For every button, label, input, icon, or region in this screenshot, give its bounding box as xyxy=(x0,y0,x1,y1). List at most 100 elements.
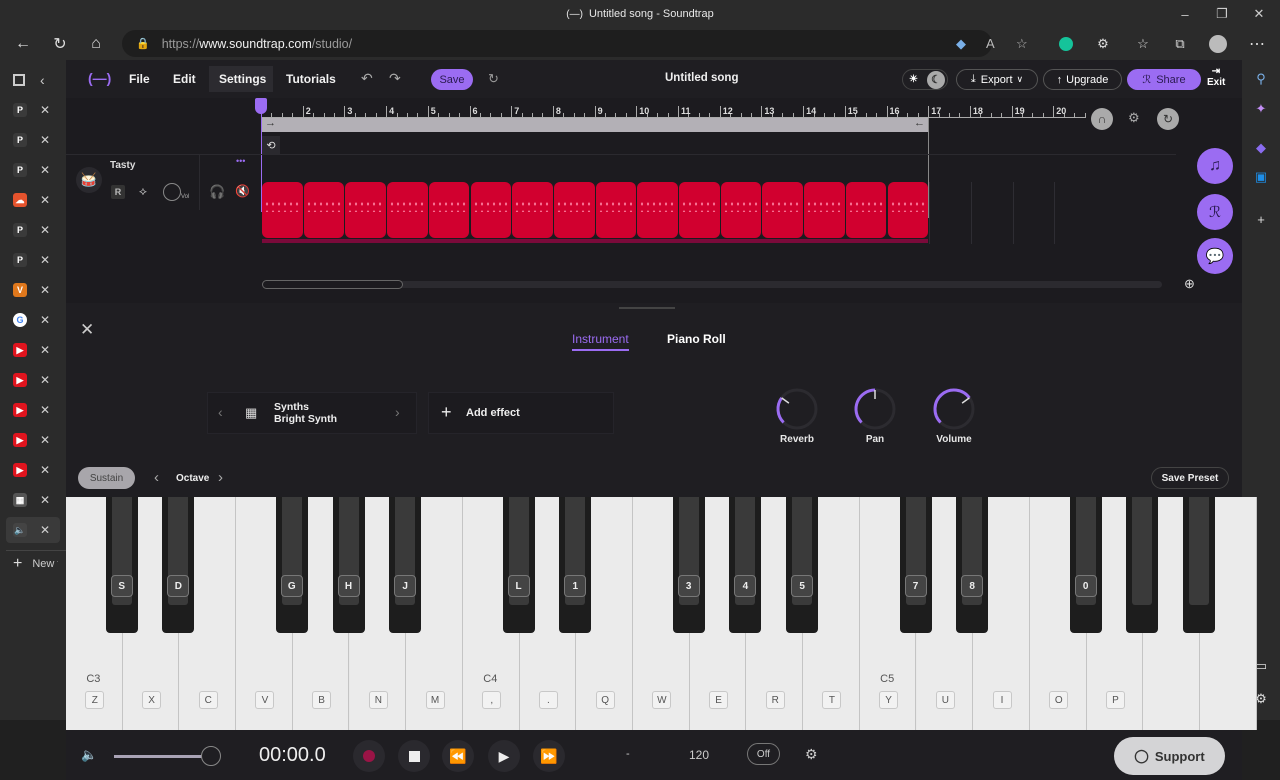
save-button[interactable]: Save xyxy=(431,69,473,90)
tab-piano-roll[interactable]: Piano Roll xyxy=(667,332,726,346)
menu-tutorials[interactable]: Tutorials xyxy=(276,66,346,92)
audio-region[interactable] xyxy=(595,182,637,238)
previous-instrument-icon[interactable]: ‹ xyxy=(218,404,223,420)
browser-tab[interactable]: P ✕ xyxy=(6,157,60,183)
close-tab-icon[interactable]: ✕ xyxy=(40,283,50,297)
browser-tab[interactable]: P ✕ xyxy=(6,97,60,123)
reverb-knob[interactable] xyxy=(775,387,819,431)
menu-edit[interactable]: Edit xyxy=(163,66,206,92)
upgrade-button[interactable]: ↑ Upgrade xyxy=(1043,69,1122,90)
browser-tab[interactable]: P ✕ xyxy=(6,217,60,243)
home-button[interactable]: ⌂ xyxy=(83,32,109,56)
outlook-icon[interactable]: ▣ xyxy=(1252,168,1270,186)
close-tab-icon[interactable]: ✕ xyxy=(40,463,50,477)
audio-region[interactable] xyxy=(428,182,470,238)
favorite-star-icon[interactable]: ☆ xyxy=(1016,36,1028,52)
close-tab-icon[interactable]: ✕ xyxy=(40,193,50,207)
close-editor-icon[interactable]: ✕ xyxy=(80,320,94,340)
black-key[interactable]: H xyxy=(332,497,365,633)
browser-tab[interactable]: P ✕ xyxy=(6,247,60,273)
tab-instrument[interactable]: Instrument xyxy=(572,332,629,351)
black-key[interactable] xyxy=(1126,497,1159,633)
add-effect-button[interactable]: + Add effect xyxy=(428,392,614,434)
close-tab-icon[interactable]: ✕ xyxy=(40,493,50,507)
export-button[interactable]: ⤓ Export ∨ xyxy=(956,69,1038,90)
horizontal-scroll-thumb[interactable] xyxy=(262,280,403,289)
browser-tab[interactable]: ▦ ✕ xyxy=(6,487,60,513)
black-key[interactable]: L xyxy=(502,497,535,633)
key-display[interactable]: - xyxy=(626,748,630,760)
exit-button[interactable]: ⇥ Exit xyxy=(1207,66,1225,88)
black-key[interactable]: J xyxy=(389,497,422,633)
close-tab-icon[interactable]: ✕ xyxy=(40,373,50,387)
black-key[interactable]: 7 xyxy=(899,497,932,633)
collapse-tabs-icon[interactable]: ‹ xyxy=(40,72,45,88)
black-key[interactable]: D xyxy=(162,497,195,633)
tab-panel-icon[interactable] xyxy=(13,74,25,86)
browser-tab[interactable]: ☁ ✕ xyxy=(6,187,60,213)
tempo-display[interactable]: 120 xyxy=(689,748,709,762)
profile-avatar[interactable] xyxy=(1205,32,1231,56)
resize-handle[interactable] xyxy=(619,307,675,309)
refresh-button[interactable]: ↻ xyxy=(47,32,73,56)
master-volume-thumb[interactable] xyxy=(201,746,221,766)
play-button[interactable]: ▶ xyxy=(488,740,520,772)
theme-toggle[interactable]: ☀ ☾ xyxy=(902,69,948,90)
collaborators-fab[interactable]: ℛ xyxy=(1197,194,1233,230)
instrument-selector[interactable]: ‹ ▦ Synths Bright Synth › xyxy=(207,392,417,434)
browser-tab[interactable]: G ✕ xyxy=(6,307,60,333)
black-key[interactable]: 3 xyxy=(672,497,705,633)
copilot-sparkle-icon[interactable]: ✦ xyxy=(1252,100,1270,118)
save-preset-button[interactable]: Save Preset xyxy=(1151,467,1229,489)
octave-down-icon[interactable]: ‹ xyxy=(154,469,159,486)
support-button[interactable]: ◯ Support xyxy=(1114,737,1225,775)
audio-region[interactable] xyxy=(845,182,887,238)
black-key[interactable]: 5 xyxy=(786,497,819,633)
back-button[interactable]: ← xyxy=(10,32,36,56)
black-key[interactable]: 0 xyxy=(1069,497,1102,633)
stop-button[interactable] xyxy=(398,740,430,772)
browser-tab[interactable]: V ✕ xyxy=(6,277,60,303)
extensions-icon[interactable]: ⚙ xyxy=(1090,32,1116,56)
menu-settings[interactable]: Settings xyxy=(209,66,273,92)
close-tab-icon[interactable]: ✕ xyxy=(40,403,50,417)
browser-tab[interactable]: 🔈 ✕ xyxy=(6,517,60,543)
coupon-tag-icon[interactable]: ◆ xyxy=(956,36,966,52)
browser-tab[interactable]: ▶ ✕ xyxy=(6,367,60,393)
close-tab-icon[interactable]: ✕ xyxy=(40,133,50,147)
close-tab-icon[interactable]: ✕ xyxy=(40,343,50,357)
new-tab-button[interactable]: + New tab xyxy=(6,550,66,576)
share-button[interactable]: ℛ Share xyxy=(1127,69,1201,90)
close-tab-icon[interactable]: ✕ xyxy=(40,223,50,237)
audio-region[interactable] xyxy=(804,182,845,238)
close-tab-icon[interactable]: ✕ xyxy=(40,523,50,537)
black-key[interactable]: 4 xyxy=(729,497,762,633)
next-instrument-icon[interactable]: › xyxy=(395,404,400,420)
collections-icon[interactable]: ⧉ xyxy=(1167,32,1193,56)
audio-region[interactable] xyxy=(679,182,720,238)
copilot-icon[interactable]: ◆ xyxy=(1252,139,1270,157)
black-key[interactable]: G xyxy=(275,497,308,633)
rewind-button[interactable]: ⏪ xyxy=(442,740,474,772)
audio-region[interactable] xyxy=(262,182,303,238)
browser-tab[interactable]: ▶ ✕ xyxy=(6,337,60,363)
maximize-button[interactable]: ❐ xyxy=(1203,0,1241,28)
audio-region[interactable] xyxy=(470,182,512,238)
black-key[interactable]: 1 xyxy=(559,497,592,633)
close-tab-icon[interactable]: ✕ xyxy=(40,103,50,117)
black-key[interactable]: S xyxy=(105,497,138,633)
song-title[interactable]: Untitled song xyxy=(665,72,738,84)
close-window-button[interactable]: ✕ xyxy=(1240,0,1278,28)
history-icon[interactable]: ↻ xyxy=(488,71,499,87)
close-tab-icon[interactable]: ✕ xyxy=(40,163,50,177)
browser-tab[interactable]: ▶ ✕ xyxy=(6,427,60,453)
metronome-toggle[interactable]: Off xyxy=(747,743,780,765)
more-menu-icon[interactable]: ⋯ xyxy=(1244,32,1270,56)
menu-file[interactable]: File xyxy=(119,66,160,92)
close-tab-icon[interactable]: ✕ xyxy=(40,313,50,327)
add-sidebar-app-icon[interactable]: + xyxy=(1252,210,1270,228)
fast-forward-button[interactable]: ⏩ xyxy=(533,740,565,772)
black-key[interactable] xyxy=(1183,497,1215,633)
audio-region[interactable] xyxy=(637,182,678,238)
audio-region[interactable] xyxy=(512,182,553,238)
